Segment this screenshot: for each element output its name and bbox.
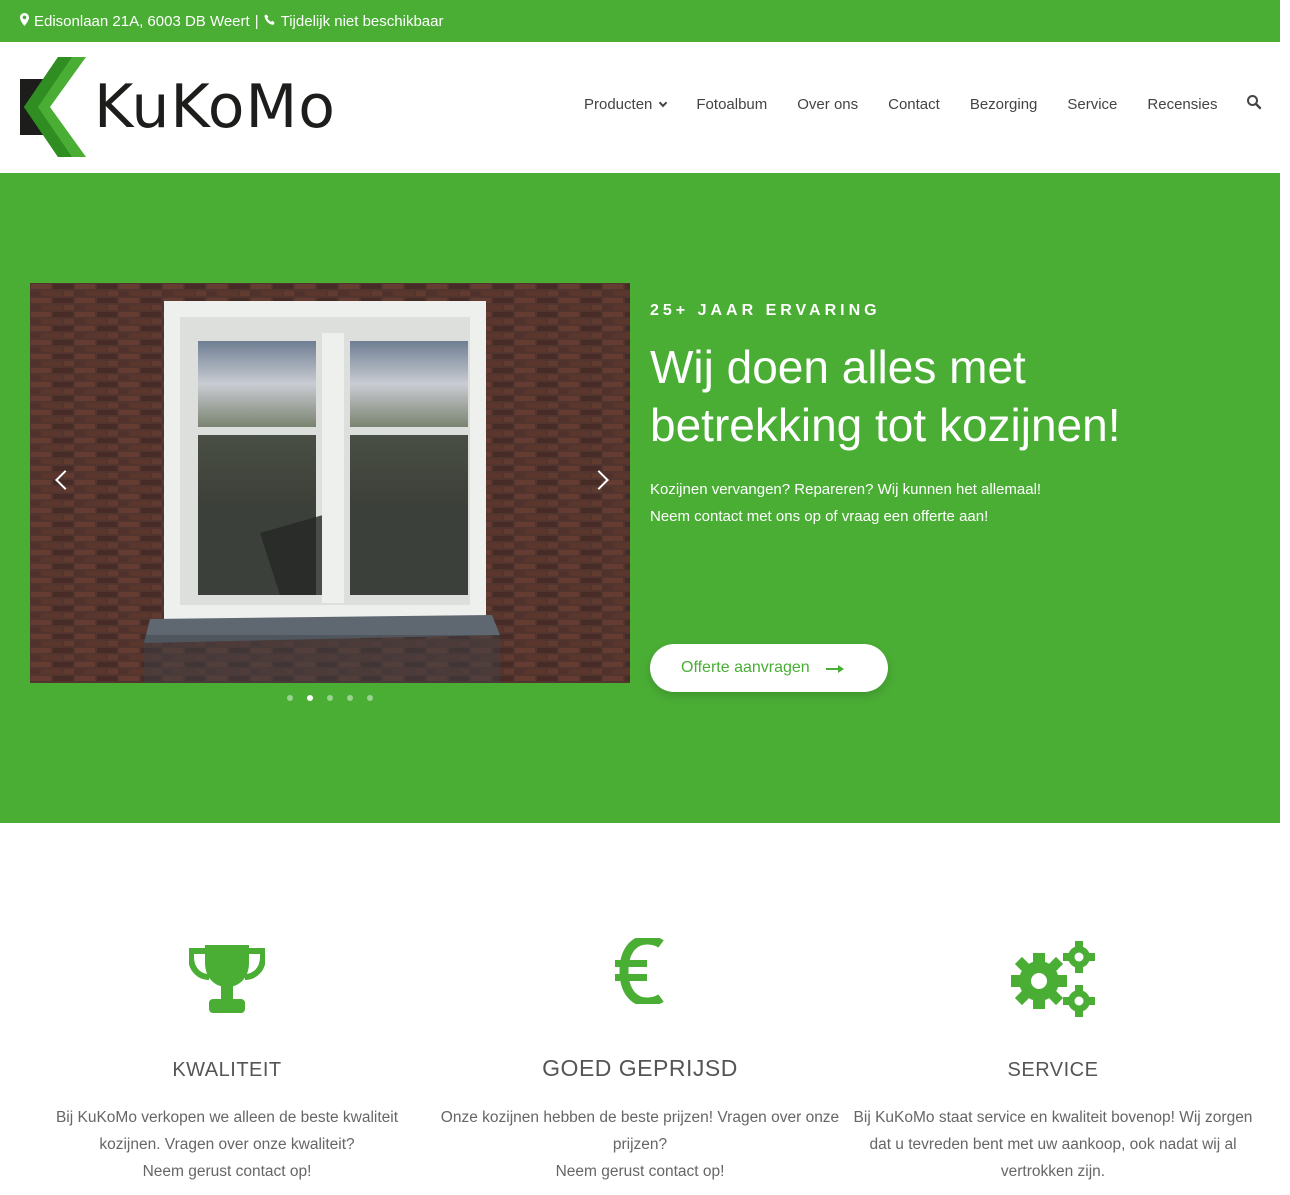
nav-item-service[interactable]: Service	[1067, 96, 1117, 113]
hero-subtext-line: Kozijnen vervangen? Repareren? Wij kunne…	[650, 481, 1042, 498]
hero-headline: Wij doen alles met betrekking tot kozijn…	[650, 341, 1121, 451]
chevron-down-icon	[659, 98, 668, 107]
feature-title: GOED GEPRIJSD	[542, 1055, 738, 1081]
hero-subtext-line: Neem contact met ons op of vraag een off…	[650, 508, 989, 525]
slider-dot[interactable]	[367, 695, 373, 701]
euro-icon	[615, 938, 664, 1004]
separator: |	[254, 12, 259, 30]
image-slider[interactable]	[30, 283, 630, 683]
offerte-aanvragen-button[interactable]: Offerte aanvragen	[650, 644, 888, 692]
feature-text-main: Onze kozijnen hebben de beste prijzen! V…	[440, 1109, 840, 1153]
trophy-icon	[189, 945, 265, 1013]
site-header: KuKoMo Producten Fotoalbum Over ons Cont…	[0, 42, 1280, 173]
slider-dot[interactable]	[327, 695, 333, 701]
features-section: KWALITEIT Bij KuKoMo verkopen we alleen …	[0, 823, 1280, 1195]
feature-text: Onze kozijnen hebben de beste prijzen! V…	[440, 1104, 840, 1185]
hero-eyebrow: 25+ JAAR ERVARING	[650, 302, 881, 319]
feature-title: KWALITEIT	[172, 1059, 282, 1081]
logo-text: KuKoMo	[94, 72, 336, 142]
arrow-right-icon	[825, 658, 844, 679]
feature-text-cta: Neem gerust contact op!	[555, 1163, 725, 1180]
feature-text-main: Bij KuKoMo verkopen we alleen de beste k…	[55, 1109, 399, 1153]
slider-dot-active[interactable]	[307, 695, 313, 701]
feature-text: Bij KuKoMo staat service en kwaliteit bo…	[853, 1109, 1253, 1180]
nav-item-recensies[interactable]: Recensies	[1147, 96, 1217, 113]
nav-item-over-ons[interactable]: Over ons	[797, 96, 858, 113]
feature-text: Bij KuKoMo verkopen we alleen de beste k…	[27, 1104, 427, 1185]
window-photo	[30, 283, 630, 683]
nav-item-producten[interactable]: Producten	[584, 96, 668, 113]
nav-label: Bezorging	[969, 96, 1038, 113]
nav-label: Service	[1067, 96, 1118, 113]
slider-dot[interactable]	[347, 695, 353, 701]
phone-icon	[263, 14, 276, 29]
nav-item-fotoalbum[interactable]: Fotoalbum	[696, 96, 767, 113]
nav-label: Recensies	[1147, 96, 1218, 113]
cogs-icon	[1011, 941, 1095, 1017]
nav-label: Contact	[888, 96, 940, 113]
hero-section: 25+ JAAR ERVARING Wij doen alles met bet…	[0, 173, 1280, 823]
feature-text-cta: Neem gerust contact op!	[142, 1163, 312, 1180]
nav-label: Producten	[584, 96, 653, 113]
search-icon[interactable]	[1246, 94, 1262, 110]
main-nav: Producten Fotoalbum Over ons Contact Bez…	[584, 95, 1262, 113]
cta-label: Offerte aanvragen	[681, 659, 810, 676]
nav-label: Fotoalbum	[696, 96, 768, 113]
phone-text[interactable]: Tijdelijk niet beschikbaar	[281, 13, 444, 30]
nav-item-contact[interactable]: Contact	[888, 96, 940, 113]
address-text: Edisonlaan 21A, 6003 DB Weert	[34, 12, 250, 30]
feature-title: SERVICE	[1007, 1059, 1099, 1081]
top-bar: Edisonlaan 21A, 6003 DB Weert | Tijdelij…	[0, 0, 1280, 42]
slider-pagination	[287, 695, 387, 701]
site-logo[interactable]: KuKoMo	[20, 57, 370, 157]
kukomo-logo-mark-icon	[20, 57, 86, 157]
hero-subtext: Kozijnen vervangen? Repareren? Wij kunne…	[650, 476, 1210, 530]
nav-item-bezorging[interactable]: Bezorging	[970, 96, 1038, 113]
slider-dot[interactable]	[287, 695, 293, 701]
nav-label: Over ons	[797, 96, 859, 113]
map-marker-icon	[20, 13, 29, 29]
